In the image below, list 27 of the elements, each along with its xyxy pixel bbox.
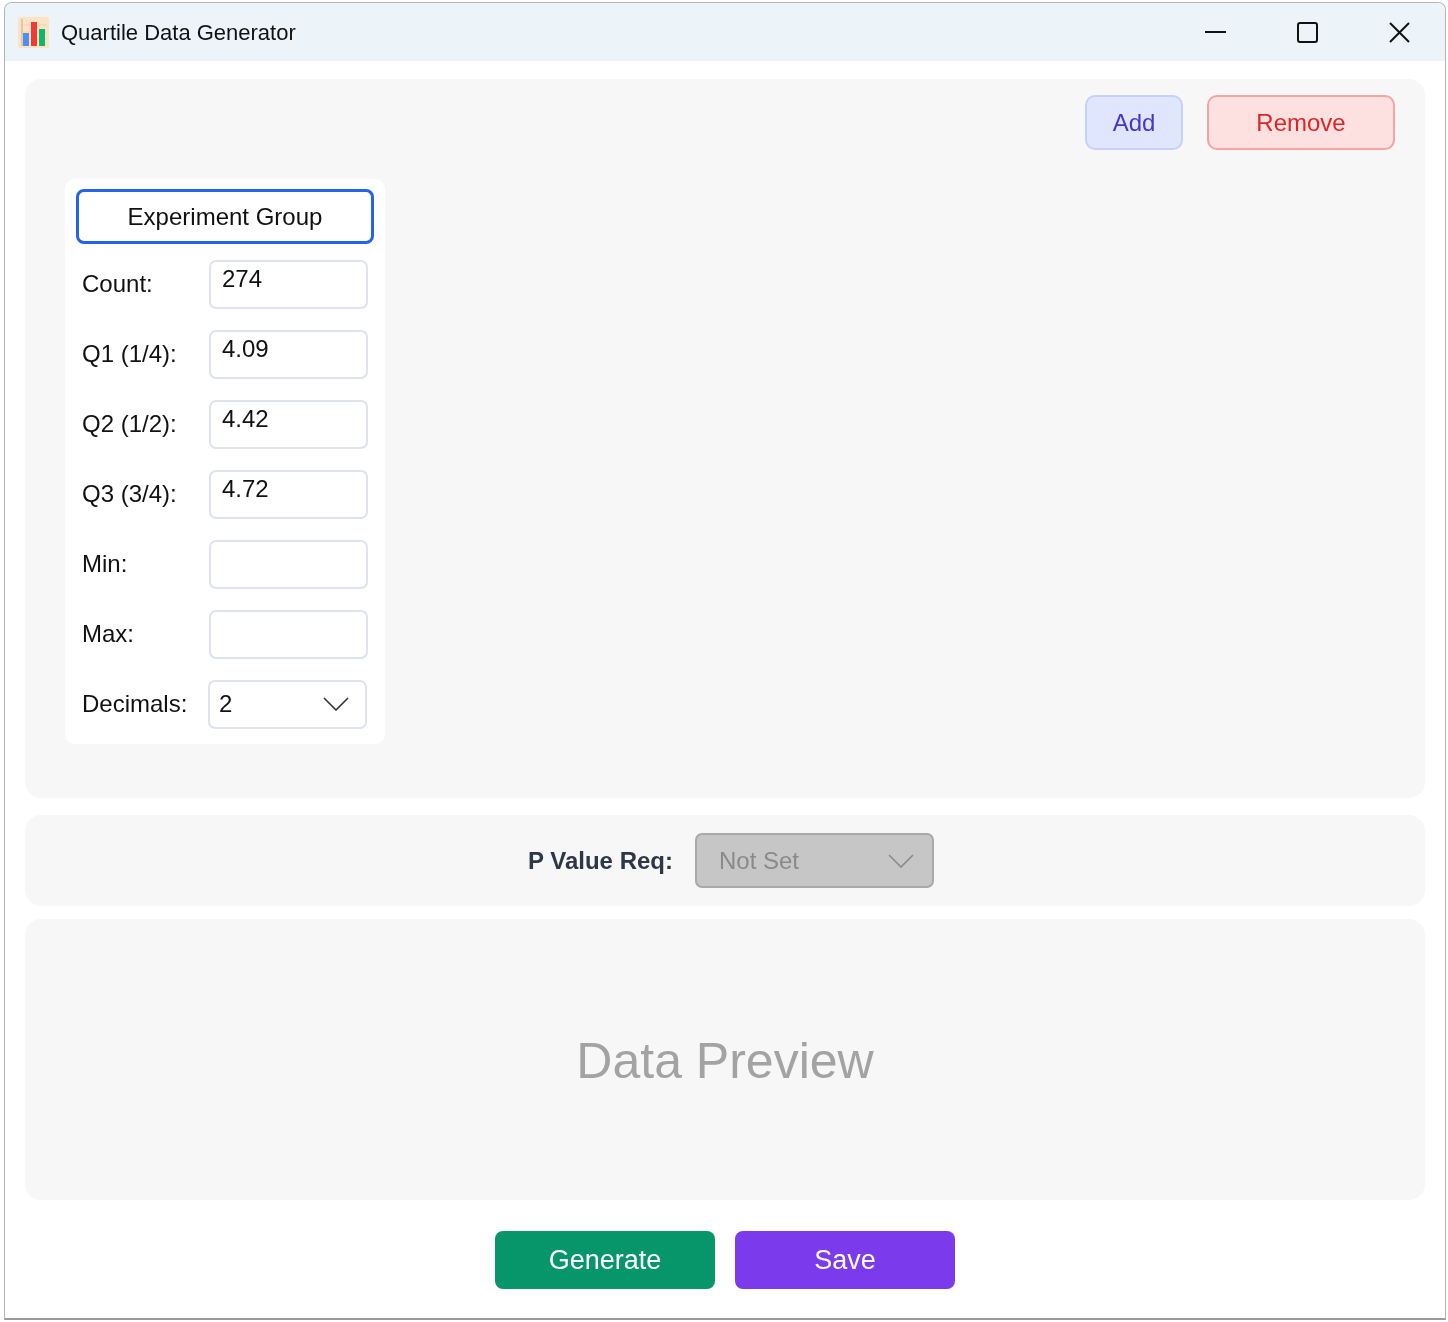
save-button[interactable]: Save [735, 1231, 955, 1289]
field-label: Q1 (1/4): [81, 339, 178, 369]
value-field[interactable]: 4.72 [209, 469, 368, 519]
value-field[interactable] [209, 539, 368, 589]
field-label: Min: [81, 549, 129, 579]
maximize-icon [1296, 21, 1318, 43]
p-value-label: P Value Req: [528, 845, 673, 876]
generate-button[interactable]: Generate [495, 1231, 715, 1289]
field-label: Q2 (1/2): [81, 409, 178, 439]
close-icon [1388, 21, 1410, 43]
group-name-field[interactable]: Experiment Group [76, 189, 374, 244]
add-button[interactable]: Add [1085, 95, 1183, 150]
window-title: Quartile Data Generator [61, 18, 296, 47]
value-field[interactable]: 4.09 [209, 329, 368, 379]
value-field[interactable] [209, 609, 368, 659]
chevron-down-icon [323, 697, 349, 711]
value-field[interactable]: 274 [209, 259, 368, 309]
minimize-icon [1204, 31, 1226, 33]
field-label: Count: [81, 269, 154, 299]
decimals-dropdown[interactable]: 2 [208, 679, 367, 729]
field-label: Q3 (3/4): [81, 479, 178, 509]
field-label: Max: [81, 619, 135, 649]
value-field[interactable]: 4.42 [209, 399, 368, 449]
field-label: Decimals: [81, 689, 189, 719]
bar-chart-icon [18, 16, 49, 48]
chevron-down-icon [887, 853, 914, 868]
remove-button[interactable]: Remove [1207, 95, 1395, 150]
